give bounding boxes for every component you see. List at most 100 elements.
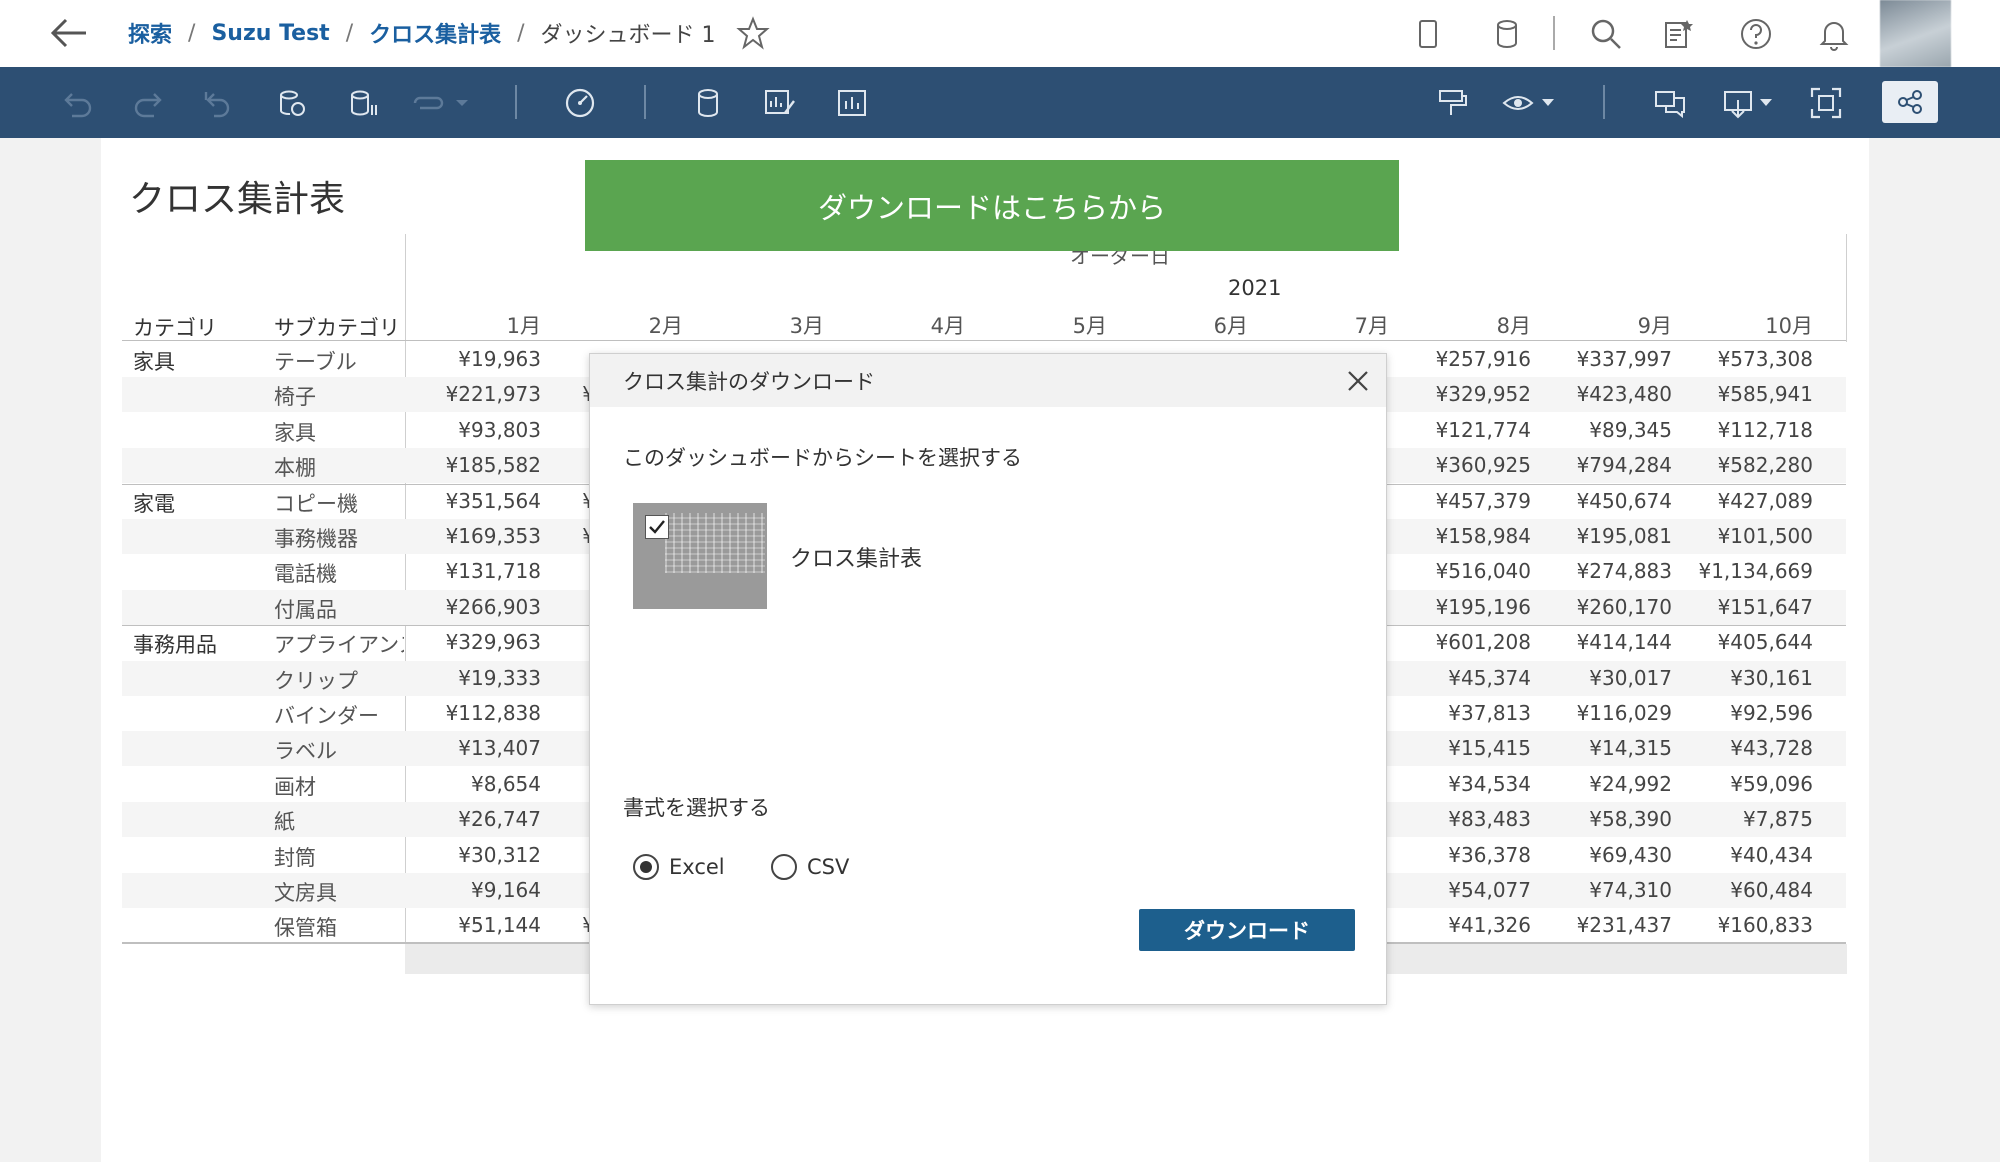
edit-icon[interactable] (760, 83, 800, 123)
value-cell[interactable]: ¥30,312 (401, 843, 541, 867)
format-excel-radio[interactable]: Excel (633, 854, 725, 880)
value-cell[interactable]: ¥414,144 (1532, 630, 1672, 654)
value-cell[interactable]: ¥257,916 (1391, 347, 1531, 371)
sheet-name[interactable]: クロス集計表 (790, 541, 922, 573)
month-header[interactable]: 8月 (1431, 310, 1531, 340)
star-icon[interactable] (735, 16, 770, 50)
value-cell[interactable]: ¥151,647 (1673, 595, 1813, 619)
value-cell[interactable]: ¥266,903 (401, 595, 541, 619)
month-header[interactable]: 2月 (583, 310, 683, 340)
close-icon[interactable] (1343, 366, 1373, 396)
value-cell[interactable]: ¥60,484 (1673, 878, 1813, 902)
custom-views-icon[interactable] (1658, 14, 1698, 54)
value-cell[interactable]: ¥274,883 (1532, 559, 1672, 583)
share-button[interactable] (1882, 81, 1938, 123)
month-header[interactable]: 7月 (1289, 310, 1389, 340)
value-cell[interactable]: ¥30,161 (1673, 666, 1813, 690)
download-button[interactable]: ダウンロード (1139, 909, 1355, 951)
pause-updates-icon[interactable] (344, 83, 384, 123)
download-icon[interactable] (1720, 83, 1780, 123)
avatar[interactable] (1880, 0, 1951, 67)
category-cell[interactable]: 事務用品 (133, 629, 217, 659)
value-cell[interactable]: ¥794,284 (1532, 453, 1672, 477)
value-cell[interactable]: ¥260,170 (1532, 595, 1672, 619)
notification-icon[interactable] (1814, 14, 1854, 54)
subcategory-header[interactable]: サブカテゴリ (274, 312, 400, 342)
redo-icon[interactable] (128, 83, 168, 123)
subcategory-cell[interactable]: クリップ (274, 665, 404, 695)
refresh-icon[interactable] (272, 83, 312, 123)
value-cell[interactable]: ¥92,596 (1673, 701, 1813, 725)
value-cell[interactable]: ¥131,718 (401, 559, 541, 583)
data-source-icon[interactable] (688, 83, 728, 123)
value-cell[interactable]: ¥24,992 (1532, 772, 1672, 796)
radio-button[interactable] (771, 854, 797, 880)
value-cell[interactable]: ¥58,390 (1532, 807, 1672, 831)
category-header[interactable]: カテゴリ (133, 312, 217, 342)
value-cell[interactable]: ¥457,379 (1391, 489, 1531, 513)
value-cell[interactable]: ¥34,534 (1391, 772, 1531, 796)
metrics-icon[interactable] (560, 83, 600, 123)
value-cell[interactable]: ¥101,500 (1673, 524, 1813, 548)
value-cell[interactable]: ¥585,941 (1673, 382, 1813, 406)
tablet-icon[interactable] (1408, 14, 1448, 54)
revert-icon[interactable] (198, 83, 238, 123)
subcategory-cell[interactable]: ラベル (274, 735, 404, 765)
value-cell[interactable]: ¥405,644 (1673, 630, 1813, 654)
value-cell[interactable]: ¥43,728 (1673, 736, 1813, 760)
watch-icon[interactable] (1500, 83, 1560, 123)
breadcrumb-project[interactable]: Suzu Test (211, 21, 329, 46)
value-cell[interactable]: ¥59,096 (1673, 772, 1813, 796)
subcategory-cell[interactable]: 紙 (274, 806, 404, 836)
value-cell[interactable]: ¥427,089 (1673, 489, 1813, 513)
breadcrumb-explore[interactable]: 探索 (128, 17, 172, 49)
subcategory-cell[interactable]: 保管箱 (274, 912, 404, 942)
value-cell[interactable]: ¥9,164 (401, 878, 541, 902)
value-cell[interactable]: ¥195,196 (1391, 595, 1531, 619)
value-cell[interactable]: ¥89,345 (1532, 418, 1672, 442)
value-cell[interactable]: ¥1,134,669 (1673, 559, 1813, 583)
month-header[interactable]: 3月 (724, 310, 824, 340)
value-cell[interactable]: ¥337,997 (1532, 347, 1672, 371)
radio-button[interactable] (633, 854, 659, 880)
subcategory-cell[interactable]: 電話機 (274, 558, 404, 588)
category-cell[interactable]: 家電 (133, 488, 175, 518)
month-header[interactable]: 5月 (1007, 310, 1107, 340)
search-icon[interactable] (1586, 14, 1626, 54)
value-cell[interactable]: ¥160,833 (1673, 913, 1813, 937)
value-cell[interactable]: ¥45,374 (1391, 666, 1531, 690)
subcategory-cell[interactable]: テーブル (274, 346, 404, 376)
value-cell[interactable]: ¥ (455, 489, 595, 513)
value-cell[interactable]: ¥8,654 (401, 772, 541, 796)
value-cell[interactable]: ¥329,952 (1391, 382, 1531, 406)
radio-label[interactable]: CSV (807, 855, 849, 879)
subcategory-cell[interactable]: 本棚 (274, 452, 404, 482)
value-cell[interactable]: ¥112,838 (401, 701, 541, 725)
help-icon[interactable] (1736, 14, 1776, 54)
value-cell[interactable]: ¥121,774 (1391, 418, 1531, 442)
value-cell[interactable]: ¥450,674 (1532, 489, 1672, 513)
month-header[interactable]: 10月 (1713, 310, 1813, 340)
subcategory-cell[interactable]: 画材 (274, 771, 404, 801)
replay-icon[interactable] (408, 83, 448, 123)
value-cell[interactable]: ¥19,333 (401, 666, 541, 690)
value-cell[interactable]: ¥ (455, 913, 595, 937)
value-cell[interactable]: ¥93,803 (401, 418, 541, 442)
sheet-thumbnail[interactable] (633, 503, 767, 609)
value-cell[interactable]: ¥231,437 (1532, 913, 1672, 937)
subcategory-cell[interactable]: 文房具 (274, 877, 404, 907)
value-cell[interactable]: ¥329,963 (401, 630, 541, 654)
value-cell[interactable]: ¥601,208 (1391, 630, 1531, 654)
month-header[interactable]: 1月 (441, 310, 541, 340)
subcategory-cell[interactable]: 椅子 (274, 381, 404, 411)
value-cell[interactable]: ¥582,280 (1673, 453, 1813, 477)
value-cell[interactable]: ¥7,875 (1673, 807, 1813, 831)
value-cell[interactable]: ¥ (455, 524, 595, 548)
value-cell[interactable]: ¥13,407 (401, 736, 541, 760)
value-cell[interactable]: ¥69,430 (1532, 843, 1672, 867)
month-header[interactable]: 6月 (1148, 310, 1248, 340)
value-cell[interactable]: ¥40,434 (1673, 843, 1813, 867)
value-cell[interactable]: ¥360,925 (1391, 453, 1531, 477)
value-cell[interactable]: ¥15,415 (1391, 736, 1531, 760)
month-header[interactable]: 4月 (865, 310, 965, 340)
